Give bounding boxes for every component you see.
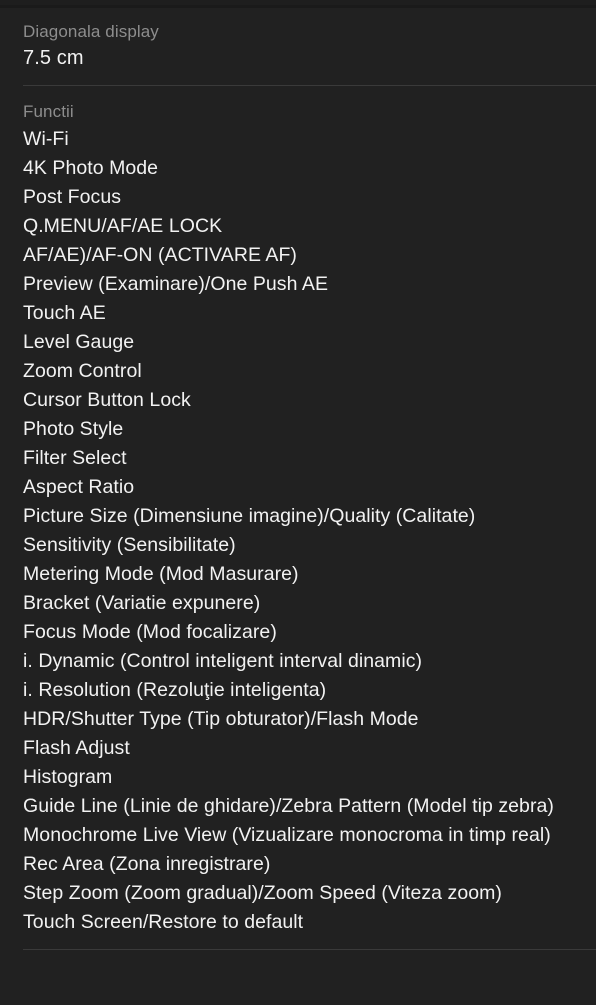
list-item: HDR/Shutter Type (Tip obturator)/Flash M… [23, 708, 419, 730]
list-item: Picture Size (Dimensiune imagine)/Qualit… [23, 505, 476, 527]
list-item: Preview (Examinare)/One Push AE [23, 273, 329, 295]
list-item: 4K Photo Mode [23, 157, 159, 179]
list-item: AF/AE)/AF-ON (ACTIVARE AF) [23, 244, 297, 266]
list-item: Focus Mode (Mod focalizare) [23, 621, 277, 643]
list-item: Monochrome Live View (Vizualizare monocr… [23, 824, 551, 846]
features-block: Functii Wi-Fi 4K Photo Mode Post Focus Q… [0, 86, 596, 949]
list-item: Metering Mode (Mod Masurare) [23, 563, 299, 585]
list-item: i. Resolution (Rezoluţie inteligenta) [23, 679, 327, 701]
display-spec-value: 7.5 cm [23, 47, 84, 69]
list-item: Filter Select [23, 447, 127, 469]
display-spec-block: Diagonala display 7.5 cm [0, 6, 596, 85]
top-edge-shade [0, 5, 596, 8]
list-item: Touch Screen/Restore to default [23, 911, 304, 933]
list-item: Guide Line (Linie de ghidare)/Zebra Patt… [23, 795, 554, 817]
list-item: Flash Adjust [23, 737, 130, 759]
list-item: Aspect Ratio [23, 476, 135, 498]
features-label: Functii [23, 102, 74, 121]
list-item: Level Gauge [23, 331, 135, 353]
features-section: Functii Wi-Fi 4K Photo Mode Post Focus Q… [0, 86, 596, 949]
list-item: Cursor Button Lock [23, 389, 191, 411]
list-item: i. Dynamic (Control inteligent interval … [23, 650, 423, 672]
display-spec-section: Diagonala display 7.5 cm [0, 6, 596, 85]
list-item: Histogram [23, 766, 113, 788]
list-item: Step Zoom (Zoom gradual)/Zoom Speed (Vit… [23, 882, 502, 904]
list-item: Rec Area (Zona inregistrare) [23, 853, 271, 875]
list-item: Post Focus [23, 186, 122, 208]
list-item: Touch AE [23, 302, 106, 324]
list-item: Sensitivity (Sensibilitate) [23, 534, 236, 556]
list-item: Wi-Fi [23, 128, 69, 150]
list-item: Photo Style [23, 418, 124, 440]
spec-sheet-panel: Diagonala display 7.5 cm Functii Wi-Fi 4… [0, 5, 596, 1005]
divider-bottom [23, 949, 596, 950]
list-item: Bracket (Variatie expunere) [23, 592, 261, 614]
features-list: Wi-Fi 4K Photo Mode Post Focus Q.MENU/AF… [23, 125, 578, 937]
list-item: Q.MENU/AF/AE LOCK [23, 215, 223, 237]
display-spec-label: Diagonala display [23, 22, 159, 41]
list-item: Zoom Control [23, 360, 142, 382]
